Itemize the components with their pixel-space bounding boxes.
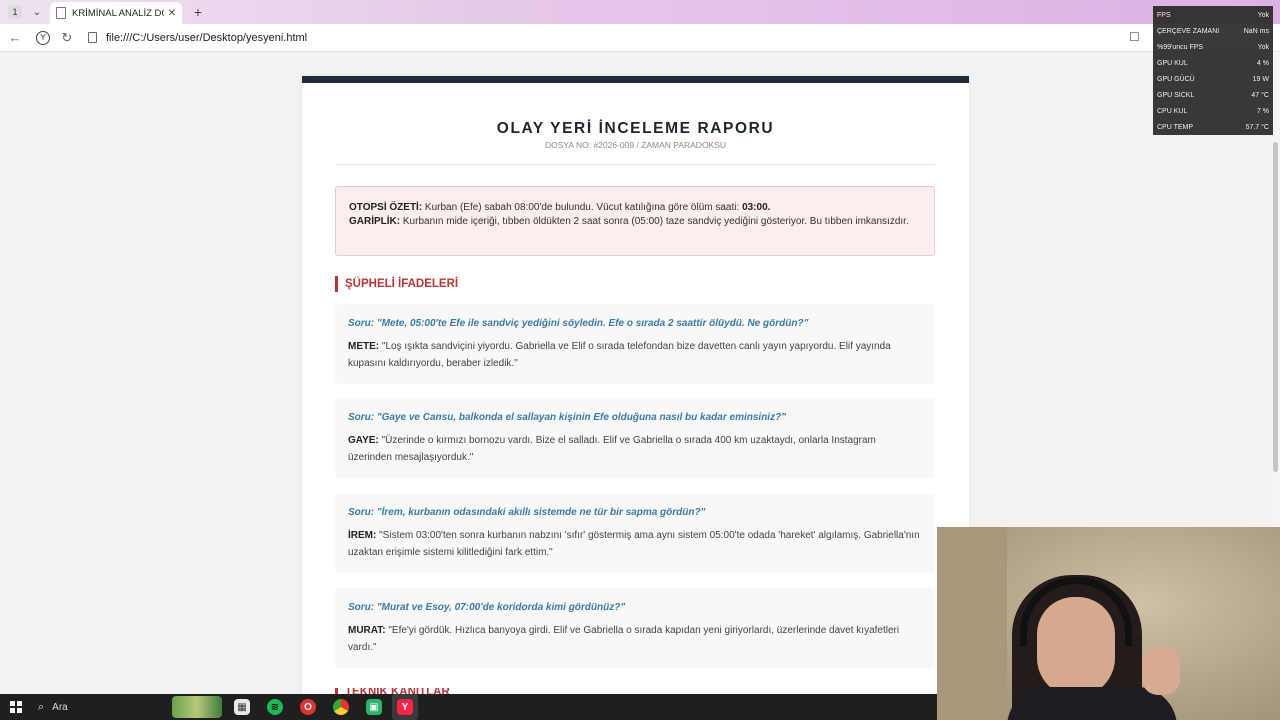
oddity-text: Kurbanın mide içeriği, tıbben öldükten 2… [400, 216, 909, 227]
perf-value: Yok [1257, 12, 1269, 19]
perf-value: 4 % [1256, 60, 1269, 67]
bookmark-icon[interactable]: ☐ [1129, 30, 1140, 44]
spotify-icon[interactable]: ≋ [267, 699, 283, 715]
opera-icon[interactable]: O [300, 699, 316, 715]
tab-count-badge[interactable]: 1 [8, 5, 22, 19]
autopsy-text: Kurban (Efe) sabah 08:00'de bulundu. Vüc… [422, 202, 743, 213]
tab-active[interactable]: KRİMİNAL ANALİZ DOSYA ✕ [50, 2, 182, 24]
statement-speaker: MURAT: [348, 625, 386, 636]
perf-value: Yok [1257, 44, 1269, 51]
perf-value: 57.7 °C [1245, 124, 1269, 131]
page-icon [88, 32, 97, 43]
search-icon[interactable]: ⌕ [38, 701, 44, 714]
statement-answer: İREM: "Sistem 03:00'ten sonra kurbanın n… [348, 527, 922, 561]
performance-overlay: FPS Yok ÇERÇEVE ZAMANI NaN ms %99'uncu FPS… [1153, 6, 1273, 135]
windows-taskbar: ⌕ Ara ▦ ≋ O ▣ Y [0, 694, 937, 720]
autopsy-line: OTOPSİ ÖZETİ: Kurban (Efe) sabah 08:00'd… [349, 201, 921, 215]
page-icon [56, 7, 66, 19]
perf-label: GPU SICKL [1157, 92, 1195, 99]
section-title-statements: ŞÜPHELİ İFADELERİ [335, 276, 458, 292]
perf-value: 19 W [1252, 76, 1269, 83]
perf-label: ÇERÇEVE ZAMANI [1157, 28, 1220, 35]
statement-answer: MURAT: "Efe'yi gördük. Hızlıca banyoya g… [348, 622, 922, 656]
statement-speaker: İREM: [348, 530, 377, 541]
address-bar: ← Y ↻ file:///C:/Users/user/Desktop/yesy… [0, 24, 1280, 52]
perf-row: GPU GÜCÜ 19 W [1157, 72, 1269, 88]
statement-text: "Loş ışıkta sandviçini yiyordu. Gabriell… [348, 341, 891, 369]
reload-icon[interactable]: ↻ [58, 29, 76, 47]
chrome-icon[interactable] [333, 699, 349, 715]
perf-row: CPU KUL 7 % [1157, 104, 1269, 120]
perf-label: CPU TEMP [1157, 124, 1194, 131]
perf-label: %99'uncu FPS [1157, 44, 1204, 51]
divider [335, 164, 935, 165]
close-icon[interactable]: ✕ [168, 8, 176, 19]
url-field[interactable]: file:///C:/Users/user/Desktop/yesyeni.ht… [106, 32, 307, 44]
statement-speaker: METE: [348, 341, 380, 352]
back-icon[interactable]: ← [6, 29, 24, 47]
autopsy-summary-box: OTOPSİ ÖZETİ: Kurban (Efe) sabah 08:00'd… [335, 186, 935, 256]
page-top-bar [302, 76, 969, 83]
statement-answer: METE: "Loş ışıkta sandviçini yiyordu. Ga… [348, 338, 922, 372]
webcam-overlay [937, 527, 1280, 720]
autopsy-time: 03:00. [742, 202, 771, 213]
statement-text: "Üzerinde o kırmızı bornozu vardı. Bize … [348, 435, 876, 463]
perf-row: %99'uncu FPS Yok [1157, 40, 1269, 56]
perf-label: CPU KUL [1157, 108, 1188, 115]
statement-answer: GAYE: "Üzerinde o kırmızı bornozu vardı.… [348, 432, 922, 466]
statement-question: Soru: "Mete, 05:00'te Efe ile sandviç ye… [348, 318, 809, 329]
store-icon[interactable]: ▦ [234, 699, 250, 715]
perf-label: GPU KUL [1157, 60, 1188, 67]
windows-start-icon[interactable] [10, 701, 22, 713]
perf-value: 47 °C [1251, 92, 1269, 99]
yandex-browser-icon[interactable]: Y [397, 699, 413, 715]
perf-row: FPS Yok [1157, 8, 1269, 24]
perf-value: NaN ms [1243, 28, 1269, 35]
chevron-down-icon[interactable]: ⌄ [30, 7, 44, 18]
widgets-icon[interactable] [172, 696, 222, 718]
webcam-background [937, 527, 1007, 720]
statement-text: "Sistem 03:00'ten sonra kurbanın nabzını… [348, 530, 920, 558]
statement-card: Soru: "Gaye ve Cansu, balkonda el sallay… [335, 398, 935, 478]
tab-strip: 1 ⌄ KRİMİNAL ANALİZ DOSYA ✕ + [0, 0, 1280, 24]
perf-row: ÇERÇEVE ZAMANI NaN ms [1157, 24, 1269, 40]
perf-label: GPU GÜCÜ [1157, 76, 1195, 83]
yandex-icon[interactable]: Y [36, 30, 50, 45]
perf-label: FPS [1157, 12, 1171, 19]
perf-value: 7 % [1256, 108, 1269, 115]
perf-row: CPU TEMP 57.7 °C [1157, 120, 1269, 136]
autopsy-label: OTOPSİ ÖZETİ: [349, 202, 423, 213]
statement-card: Soru: "Mete, 05:00'te Efe ile sandviç ye… [335, 304, 935, 384]
app-icon[interactable]: ▣ [366, 699, 382, 715]
page-title: OLAY YERİ İNCELEME RAPORU [496, 120, 775, 137]
perf-row: GPU KUL 4 % [1157, 56, 1269, 72]
perf-row: GPU SICKL 47 °C [1157, 88, 1269, 104]
statement-speaker: GAYE: [348, 435, 379, 446]
file-number: DOSYA NO: #2026-009 / ZAMAN PARADOKSU [544, 140, 727, 150]
scrollbar-thumb[interactable] [1273, 142, 1278, 472]
oddity-label: GARİPLİK: [349, 216, 401, 227]
report-page: OLAY YERİ İNCELEME RAPORU DOSYA NO: #202… [302, 76, 969, 696]
statement-card: Soru: "Murat ve Esoy, 07:00'de koridorda… [335, 588, 935, 668]
statement-question: Soru: "Murat ve Esoy, 07:00'de koridorda… [348, 602, 626, 613]
tab-title: KRİMİNAL ANALİZ DOSYA [72, 7, 164, 19]
taskbar-search-label[interactable]: Ara [52, 702, 68, 713]
statement-question: Soru: "Gaye ve Cansu, balkonda el sallay… [348, 412, 786, 423]
statement-text: "Efe'yi gördük. Hızlıca banyoya girdi. E… [348, 625, 900, 653]
oddity-line: GARİPLİK: Kurbanın mide içeriği, tıbben … [349, 215, 921, 229]
webcam-person-hand [1142, 647, 1180, 695]
statement-question: Soru: "İrem, kurbanın odasındaki akıllı … [348, 507, 706, 518]
statement-card: Soru: "İrem, kurbanın odasındaki akıllı … [335, 493, 935, 573]
new-tab-icon[interactable]: + [190, 4, 206, 20]
